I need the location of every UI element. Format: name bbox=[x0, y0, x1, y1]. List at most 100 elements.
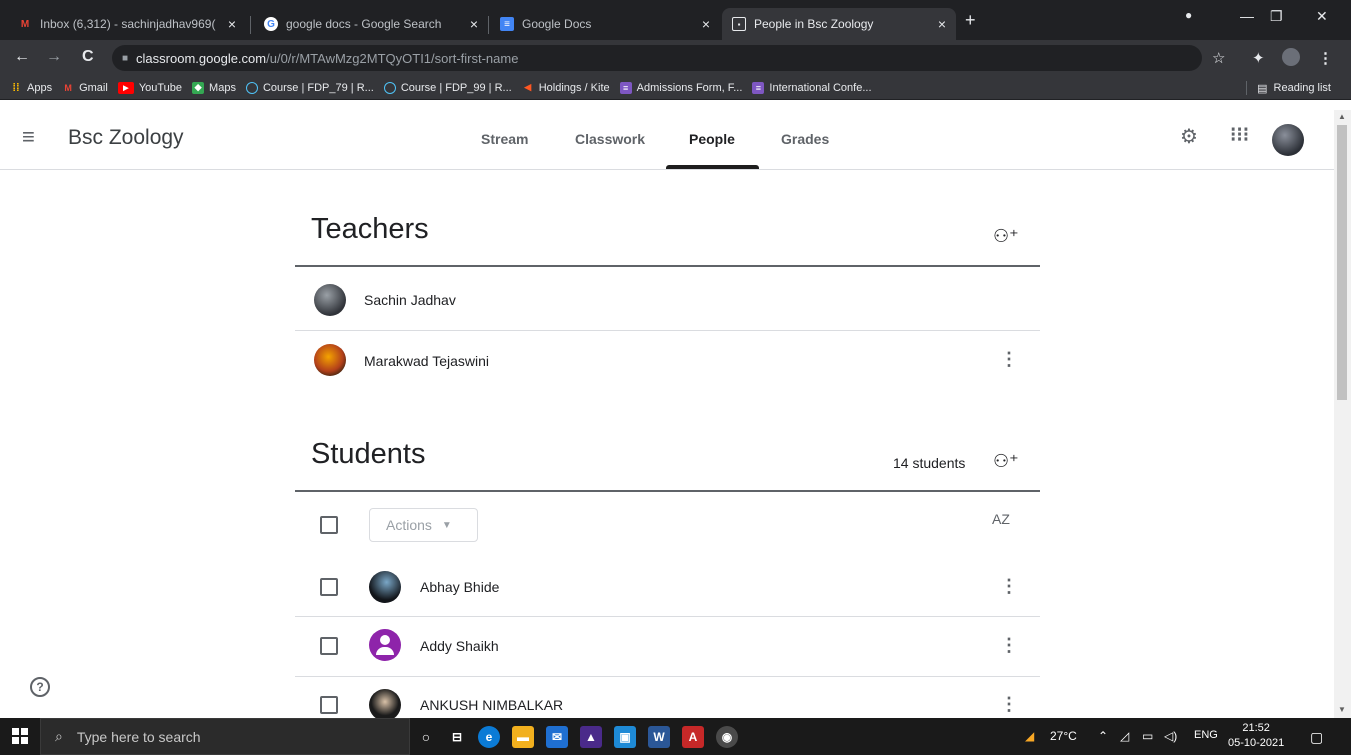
restore-icon[interactable]: ❐ bbox=[1270, 8, 1283, 25]
invite-teacher-icon[interactable]: ⚇⁺ bbox=[993, 226, 1019, 247]
url-path: /u/0/r/MTAwMzg2MTQyOTI1/sort-first-name bbox=[266, 50, 519, 66]
bookmark-holdings-kite[interactable]: ◀ Holdings / Kite bbox=[522, 82, 609, 94]
student-name: ANKUSH NIMBALKAR bbox=[420, 697, 564, 713]
bookmark-course-fdp99[interactable]: Course | FDP_99 | R... bbox=[383, 81, 512, 94]
tab-separator bbox=[250, 16, 251, 34]
bookmark-youtube[interactable]: ▶ YouTube bbox=[117, 81, 182, 94]
scroll-down-icon[interactable]: ▼ bbox=[1338, 705, 1346, 714]
bookmark-maps[interactable]: ◆ Maps bbox=[192, 81, 236, 94]
taskbar-search-box[interactable]: ⌕ Type here to search bbox=[40, 718, 410, 755]
globe-icon bbox=[383, 81, 396, 94]
student-checkbox[interactable] bbox=[320, 578, 338, 596]
bookmark-label: Course | FDP_99 | R... bbox=[400, 81, 512, 94]
bookmark-apps[interactable]: ⁞⁞ Apps bbox=[10, 82, 52, 94]
google-apps-icon[interactable]: ⁝⁝⁝ bbox=[1230, 122, 1249, 147]
more-options-icon[interactable]: ⋮ bbox=[1000, 694, 1018, 715]
store-icon[interactable]: ▣ bbox=[614, 726, 636, 748]
battery-icon[interactable]: ▭ bbox=[1142, 729, 1153, 743]
course-title[interactable]: Bsc Zoology bbox=[68, 126, 184, 150]
bookmarks-bar: ⁞⁞ Apps M Gmail ▶ YouTube ◆ Maps Course … bbox=[0, 76, 1351, 100]
reload-icon[interactable]: C bbox=[82, 48, 94, 66]
select-all-checkbox[interactable] bbox=[320, 516, 338, 534]
tab-classwork[interactable]: Classwork bbox=[575, 131, 645, 147]
bookmark-admissions-form[interactable]: ≡ Admissions Form, F... bbox=[619, 81, 743, 94]
active-tab-indicator bbox=[666, 165, 759, 169]
clock-time: 21:52 bbox=[1242, 722, 1270, 734]
back-icon[interactable]: ← bbox=[14, 48, 30, 66]
tab-gmail[interactable]: M Inbox (6,312) - sachinjadhav969( × bbox=[8, 8, 246, 40]
bookmark-international-conference[interactable]: ≡ International Confe... bbox=[752, 81, 872, 94]
more-options-icon[interactable]: ⋮ bbox=[1000, 349, 1018, 370]
invite-student-icon[interactable]: ⚇⁺ bbox=[993, 451, 1019, 472]
window-close-icon[interactable]: ✕ bbox=[1316, 8, 1328, 25]
speaker-icon[interactable]: ◁) bbox=[1164, 729, 1177, 743]
tab-people-bsc-zoology[interactable]: ▪ People in Bsc Zoology × bbox=[722, 8, 956, 40]
word-icon[interactable]: W bbox=[648, 726, 670, 748]
tab-title: People in Bsc Zoology bbox=[754, 17, 874, 31]
actions-label: Actions bbox=[386, 517, 432, 533]
avatar bbox=[369, 689, 401, 721]
task-view-icon[interactable]: ⊟ bbox=[446, 726, 468, 748]
teacher-name: Sachin Jadhav bbox=[364, 292, 456, 308]
address-bar[interactable]: ■ classroom.google.com /u/0/r/MTAwMzg2MT… bbox=[112, 45, 1202, 71]
close-icon[interactable]: × bbox=[938, 16, 946, 32]
close-icon[interactable]: × bbox=[228, 16, 236, 32]
tab-google-docs[interactable]: ≡ Google Docs × bbox=[490, 8, 720, 40]
language-indicator[interactable]: ENG bbox=[1194, 729, 1218, 741]
reading-list-button[interactable]: ▤ Reading list bbox=[1246, 81, 1331, 95]
bookmark-course-fdp79[interactable]: Course | FDP_79 | R... bbox=[245, 81, 374, 94]
bookmark-gmail[interactable]: M Gmail bbox=[62, 82, 107, 94]
media-app-icon[interactable]: ▲ bbox=[580, 726, 602, 748]
close-icon[interactable]: × bbox=[470, 16, 478, 32]
forward-icon[interactable]: → bbox=[46, 48, 62, 66]
close-icon[interactable]: × bbox=[702, 16, 710, 32]
bookmark-label: International Confe... bbox=[769, 81, 872, 94]
reading-list-label: Reading list bbox=[1273, 82, 1331, 94]
file-explorer-icon[interactable]: ▬ bbox=[512, 726, 534, 748]
profile-avatar-icon[interactable] bbox=[1282, 48, 1300, 66]
google-icon: G bbox=[264, 17, 278, 31]
edge-icon[interactable]: e bbox=[478, 726, 500, 748]
network-icon[interactable]: ◿ bbox=[1120, 729, 1129, 743]
teachers-divider bbox=[295, 265, 1040, 267]
profile-menu-icon[interactable]: ● bbox=[1185, 8, 1192, 22]
bookmark-label: Admissions Form, F... bbox=[636, 81, 743, 94]
bookmark-label: Course | FDP_79 | R... bbox=[262, 81, 374, 94]
row-divider bbox=[295, 676, 1040, 677]
search-icon: ⌕ bbox=[55, 728, 63, 744]
actions-dropdown[interactable]: Actions ▼ bbox=[369, 508, 478, 542]
tab-stream[interactable]: Stream bbox=[481, 131, 528, 147]
row-divider bbox=[295, 616, 1040, 617]
taskbar-clock[interactable]: 21:52 05-10-2021 bbox=[1228, 721, 1284, 751]
new-tab-button[interactable]: + bbox=[965, 10, 976, 31]
extensions-icon[interactable]: ✦ bbox=[1252, 49, 1265, 67]
student-checkbox[interactable] bbox=[320, 696, 338, 714]
tab-people[interactable]: People bbox=[689, 131, 735, 147]
bookmark-separator bbox=[1246, 81, 1248, 95]
gmail-icon: M bbox=[64, 82, 72, 93]
account-avatar[interactable] bbox=[1272, 124, 1304, 156]
notification-icon[interactable]: ▢ bbox=[1310, 729, 1323, 746]
tab-google-search[interactable]: G google docs - Google Search × bbox=[254, 8, 488, 40]
more-options-icon[interactable]: ⋮ bbox=[1000, 635, 1018, 656]
more-options-icon[interactable]: ⋮ bbox=[1000, 576, 1018, 597]
main-menu-icon[interactable]: ≡ bbox=[22, 124, 35, 150]
tab-grades[interactable]: Grades bbox=[781, 131, 829, 147]
settings-gear-icon[interactable]: ⚙ bbox=[1180, 124, 1198, 149]
cortana-icon[interactable]: ○ bbox=[415, 726, 437, 748]
scroll-up-icon[interactable]: ▲ bbox=[1338, 112, 1346, 121]
url-host: classroom.google.com bbox=[136, 50, 267, 66]
chrome-menu-icon[interactable]: ⋮ bbox=[1318, 49, 1333, 67]
windows-start-icon[interactable] bbox=[12, 728, 28, 744]
chrome-taskbar-icon[interactable]: ◉ bbox=[716, 726, 738, 748]
scrollbar-thumb[interactable] bbox=[1337, 125, 1347, 400]
help-icon[interactable]: ? bbox=[30, 677, 50, 697]
student-checkbox[interactable] bbox=[320, 637, 338, 655]
bookmark-star-icon[interactable]: ☆ bbox=[1212, 49, 1225, 67]
chevron-up-icon[interactable]: ⌃ bbox=[1098, 729, 1108, 743]
sort-az-icon[interactable]: AZ bbox=[992, 511, 1010, 527]
acrobat-icon[interactable]: A bbox=[682, 726, 704, 748]
minimize-icon[interactable]: — bbox=[1240, 8, 1254, 24]
mail-icon[interactable]: ✉ bbox=[546, 726, 568, 748]
temperature[interactable]: 27°C bbox=[1050, 729, 1077, 743]
